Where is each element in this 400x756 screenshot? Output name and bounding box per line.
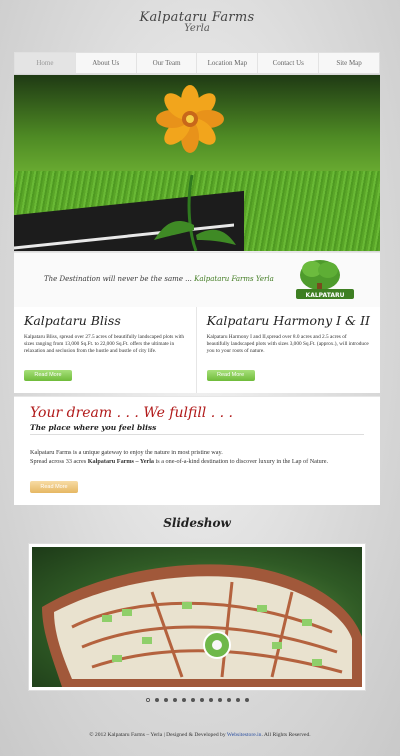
feature-harmony-title: Kalpataru Harmony I & II [206, 313, 370, 328]
slideshow-frame [28, 543, 366, 691]
main-nav: Home About Us Our Team Location Map Cont… [14, 52, 380, 74]
feature-bliss-title: Kalpataru Bliss [24, 313, 121, 328]
tagline-brand: Kalpataru Farms Yerla [194, 275, 274, 283]
features: Kalpataru Bliss Kalpataru Bliss, spread … [14, 307, 380, 393]
footer: © 2012 Kalpataru Farms – Yerla | Designe… [0, 732, 400, 738]
nav-site-map[interactable]: Site Map [319, 53, 379, 73]
feature-bliss-body: Kalpataru Bliss, spread over 27.5 acres … [24, 334, 185, 354]
divider [30, 434, 364, 435]
flower-illustration [154, 85, 236, 251]
site-logo[interactable]: Kalpataru Farms Yerla [14, 10, 380, 34]
site-plan-illustration [42, 564, 362, 687]
slideshow-dot[interactable] [172, 698, 177, 702]
logo-line2: Yerla [184, 23, 210, 34]
dream-intro: Kalpataru Farms is a unique gateway to e… [30, 449, 223, 456]
slideshow-title: Slideshow [163, 516, 231, 530]
slideshow-dot[interactable] [244, 698, 249, 702]
hero-banner [14, 75, 380, 251]
dream-body-bold: Kalpataru Farms – Yerla [87, 458, 155, 465]
tree-logo-text: KALPATARU [306, 292, 345, 299]
dream-title: Your dream . . . We fulfill . . . [30, 405, 233, 421]
slideshow-image[interactable] [32, 547, 362, 687]
footer-rights: . All Rights Reserved. [261, 732, 311, 738]
feature-bliss: Kalpataru Bliss Kalpataru Bliss, spread … [14, 307, 197, 393]
tree-logo: KALPATARU [296, 260, 354, 299]
nav-our-team[interactable]: Our Team [137, 53, 198, 73]
nav-about-us[interactable]: About Us [76, 53, 137, 73]
slideshow-dot[interactable] [199, 698, 204, 702]
nav-home[interactable]: Home [15, 53, 76, 73]
dream-body: Spread across 33 acres Kalpataru Farms –… [30, 458, 366, 466]
slideshow-dot[interactable] [154, 698, 159, 702]
slideshow-pagination [14, 698, 380, 702]
tagline-text: The Destination will never be the same .… [44, 275, 274, 283]
slideshow-dot[interactable] [181, 698, 186, 702]
footer-copyright: © 2012 Kalpataru Farms – Yerla | Designe… [89, 732, 227, 738]
slideshow-dot[interactable] [163, 698, 168, 702]
tagline-main: The Destination will never be the same .… [44, 275, 192, 283]
dream-body-part1: Spread across 33 acres [30, 458, 88, 465]
harmony-read-more-button[interactable]: Read More [206, 369, 255, 381]
dream-section: Your dream . . . We fulfill . . . The pl… [14, 396, 380, 505]
bliss-read-more-button[interactable]: Read More [24, 369, 72, 381]
nav-contact-us[interactable]: Contact Us [258, 53, 320, 73]
tagline-strip: The Destination will never be the same .… [14, 252, 380, 308]
slideshow-dot[interactable] [145, 698, 150, 702]
footer-developer-link[interactable]: Websitestore.in [227, 732, 262, 738]
feature-harmony: Kalpataru Harmony I & II Kalpataru Harmo… [197, 307, 380, 393]
feature-harmony-body: Kalpataru Harmony I and II,spread over 8… [206, 334, 369, 354]
slideshow-dot[interactable] [217, 698, 222, 702]
dream-body-part2: is a one-of-a-kind destination to discov… [154, 458, 329, 465]
dream-read-more-button[interactable]: Read More [30, 481, 78, 493]
slideshow-dot[interactable] [208, 698, 213, 702]
dream-subtitle: The place where you feel bliss [30, 423, 157, 432]
nav-location-map[interactable]: Location Map [197, 53, 259, 73]
slideshow-dot[interactable] [235, 698, 240, 702]
slideshow-dot[interactable] [190, 698, 195, 702]
slideshow-dot[interactable] [226, 698, 231, 702]
